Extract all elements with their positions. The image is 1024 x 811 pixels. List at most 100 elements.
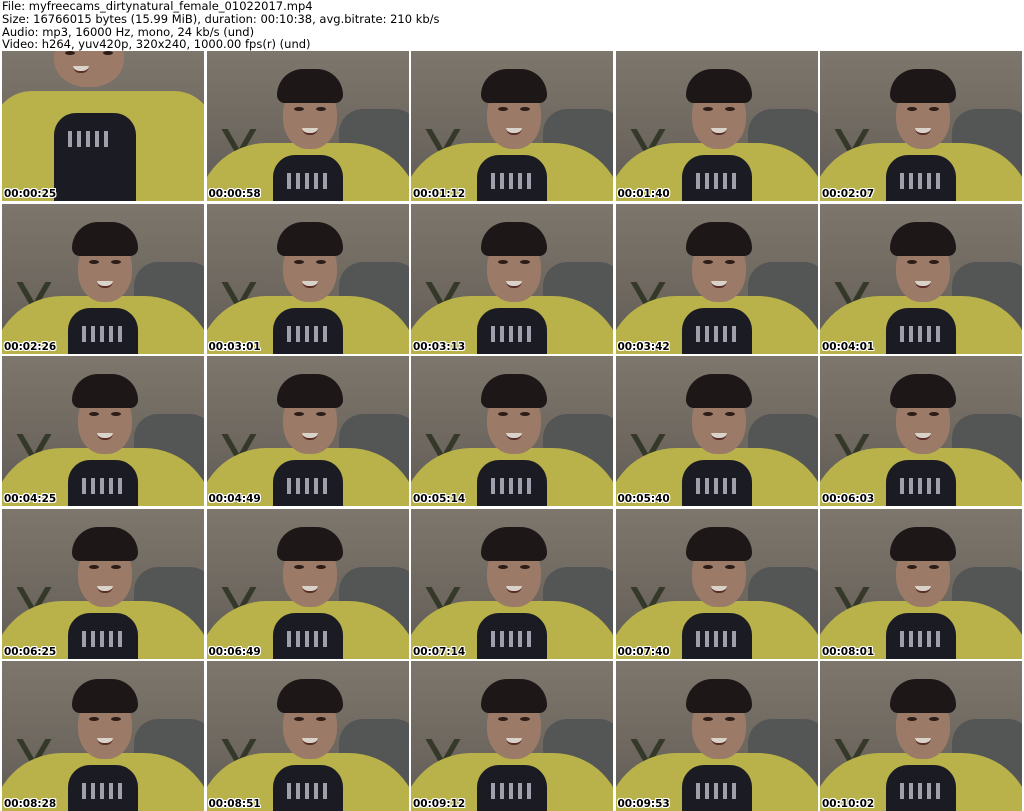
- frame-hat: [276, 374, 343, 408]
- frame-hat: [685, 221, 752, 256]
- video-frame-thumbnail: 00:01:12: [411, 51, 613, 201]
- video-frame-thumbnail: 00:04:25: [2, 356, 204, 506]
- frame-shirt: [477, 155, 547, 201]
- video-frame-thumbnail: 00:03:01: [206, 203, 409, 354]
- frame-shirt: [886, 307, 956, 354]
- frame-timestamp: 00:05:14: [413, 493, 466, 505]
- frame-hat: [276, 69, 343, 103]
- frame-mouth: [710, 280, 727, 288]
- video-frame-thumbnail: 00:04:49: [206, 356, 409, 506]
- video-frame-thumbnail: 00:04:01: [820, 203, 1022, 354]
- video-frame-thumbnail: 00:10:02: [820, 661, 1022, 811]
- frame-mouth: [301, 128, 318, 135]
- frame-timestamp: 00:07:14: [413, 645, 466, 658]
- video-frame-thumbnail: 00:00:58: [206, 51, 409, 201]
- frame-shirt: [54, 113, 136, 201]
- frame-hat: [685, 679, 752, 713]
- frame-hat: [685, 526, 752, 561]
- frame-timestamp: 00:02:26: [4, 340, 57, 353]
- frame-hat: [72, 374, 138, 408]
- frame-timestamp: 00:06:49: [208, 645, 261, 658]
- frame-shirt: [68, 765, 138, 811]
- frame-shirt: [477, 460, 547, 506]
- frame-timestamp: 00:09:53: [617, 798, 670, 810]
- frame-hat: [890, 374, 956, 408]
- frame-timestamp: 00:00:58: [208, 188, 261, 200]
- frame-shirt: [681, 765, 752, 811]
- frame-shirt: [68, 460, 138, 506]
- file-size-line: Size: 16766015 bytes (15.99 MiB), durati…: [2, 11, 440, 26]
- frame-mouth: [97, 585, 113, 593]
- frame-timestamp: 00:04:49: [208, 493, 261, 505]
- video-frame-thumbnail: 00:08:28: [2, 661, 204, 811]
- frame-mouth: [301, 585, 318, 593]
- frame-shirt: [68, 307, 138, 354]
- frame-timestamp: 00:01:12: [413, 188, 466, 200]
- frame-mouth: [506, 585, 522, 593]
- frame-timestamp: 00:06:25: [4, 645, 57, 658]
- frame-mouth: [97, 738, 113, 745]
- frame-timestamp: 00:03:42: [617, 340, 670, 353]
- frame-mouth: [506, 128, 522, 135]
- video-frame-thumbnail: 00:09:12: [411, 661, 613, 811]
- thumbnail-grid: 00:00:25 00:00:58 00:01:12 00:01:40 00:02:07…: [2, 51, 1022, 811]
- frame-timestamp: 00:00:25: [4, 188, 57, 200]
- frame-mouth: [710, 128, 727, 135]
- frame-mouth: [915, 433, 931, 440]
- frame-hat: [890, 69, 956, 103]
- video-frame-thumbnail: 00:02:26: [2, 203, 204, 354]
- frame-timestamp: 00:02:07: [822, 188, 875, 200]
- frame-timestamp: 00:08:28: [4, 798, 57, 810]
- frame-timestamp: 00:06:03: [822, 493, 875, 505]
- video-frame-thumbnail: 00:06:49: [206, 508, 409, 659]
- frame-mouth: [506, 280, 522, 288]
- frame-mouth: [710, 433, 727, 440]
- frame-shirt: [477, 307, 547, 354]
- frame-shirt: [477, 765, 547, 811]
- file-info-header: File: myfreecams_dirtynatural_female_010…: [2, 0, 1022, 51]
- frame-mouth: [710, 738, 727, 745]
- frame-shirt: [681, 612, 752, 659]
- video-frame-thumbnail: 00:02:07: [820, 51, 1022, 201]
- video-frame-thumbnail: 00:06:03: [820, 356, 1022, 506]
- frame-shirt: [272, 307, 343, 354]
- frame-mouth: [710, 585, 727, 593]
- frame-timestamp: 00:08:01: [822, 645, 875, 658]
- video-frame-thumbnail: 00:03:42: [615, 203, 818, 354]
- frame-shirt: [272, 460, 343, 506]
- frame-hat: [72, 679, 138, 713]
- frame-shirt: [272, 155, 343, 201]
- frame-mouth: [506, 738, 522, 745]
- frame-shirt: [272, 765, 343, 811]
- frame-shirt: [272, 612, 343, 659]
- frame-mouth: [506, 433, 522, 440]
- video-frame-thumbnail: 00:07:14: [411, 508, 613, 659]
- frame-hat: [276, 679, 343, 713]
- frame-timestamp: 00:03:01: [208, 340, 261, 353]
- video-frame-thumbnail: 00:09:53: [615, 661, 818, 811]
- video-frame-thumbnail: 00:01:40: [615, 51, 818, 201]
- frame-shirt: [477, 612, 547, 659]
- frame-mouth: [97, 280, 113, 288]
- file-name-line: File: myfreecams_dirtynatural_female_010…: [2, 0, 313, 13]
- frame-mouth: [915, 738, 931, 745]
- frame-shirt: [681, 460, 752, 506]
- video-frame-thumbnail: 00:08:51: [206, 661, 409, 811]
- frame-mouth: [915, 280, 931, 288]
- frame-timestamp: 00:07:40: [617, 645, 670, 658]
- frame-timestamp: 00:04:01: [822, 340, 875, 353]
- frame-shirt: [886, 155, 956, 201]
- frame-shirt: [68, 612, 138, 659]
- video-frame-thumbnail: 00:03:13: [411, 203, 613, 354]
- frame-mouth: [97, 433, 113, 440]
- frame-hat: [481, 374, 547, 408]
- frame-timestamp: 00:10:02: [822, 798, 875, 810]
- frame-hat: [481, 69, 547, 103]
- frame-shirt: [886, 612, 956, 659]
- video-frame-thumbnail: 00:07:40: [615, 508, 818, 659]
- frame-mouth: [915, 128, 931, 135]
- frame-timestamp: 00:04:25: [4, 493, 57, 505]
- frame-hat: [685, 374, 752, 408]
- frame-mouth: [915, 585, 931, 593]
- frame-timestamp: 00:05:40: [617, 493, 670, 505]
